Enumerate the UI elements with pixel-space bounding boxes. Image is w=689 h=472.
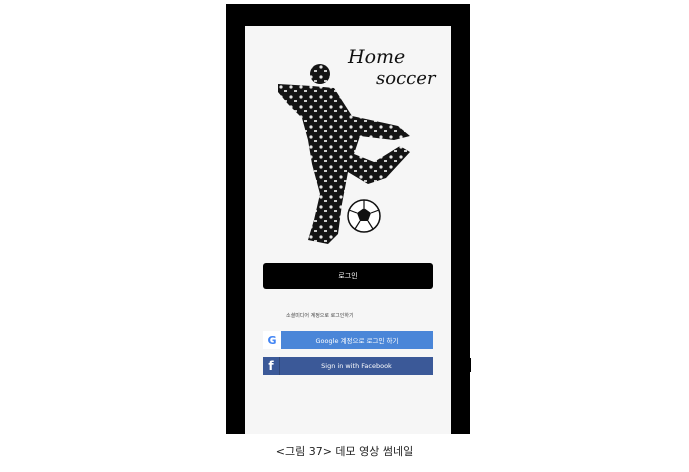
soccer-ball-icon: [347, 199, 381, 233]
google-login-label: Google 계정으로 로그인 하기: [315, 337, 399, 345]
side-marker: [469, 358, 471, 372]
google-icon: G: [263, 331, 281, 349]
app-logo-soccer: soccer: [376, 68, 436, 89]
google-login-button[interactable]: G Google 계정으로 로그인 하기: [263, 331, 433, 349]
social-login-hint: 소셜미디어 계정으로 로그인하기: [286, 313, 354, 319]
facebook-icon: f: [263, 357, 280, 375]
facebook-login-label: Sign in with Facebook: [321, 362, 392, 370]
app-logo-home: Home: [348, 46, 406, 68]
facebook-login-button[interactable]: f Sign in with Facebook: [263, 357, 433, 375]
login-button[interactable]: 로그인: [263, 263, 433, 289]
figure-caption: <그림 37> 데모 영상 썸네일: [275, 445, 414, 458]
